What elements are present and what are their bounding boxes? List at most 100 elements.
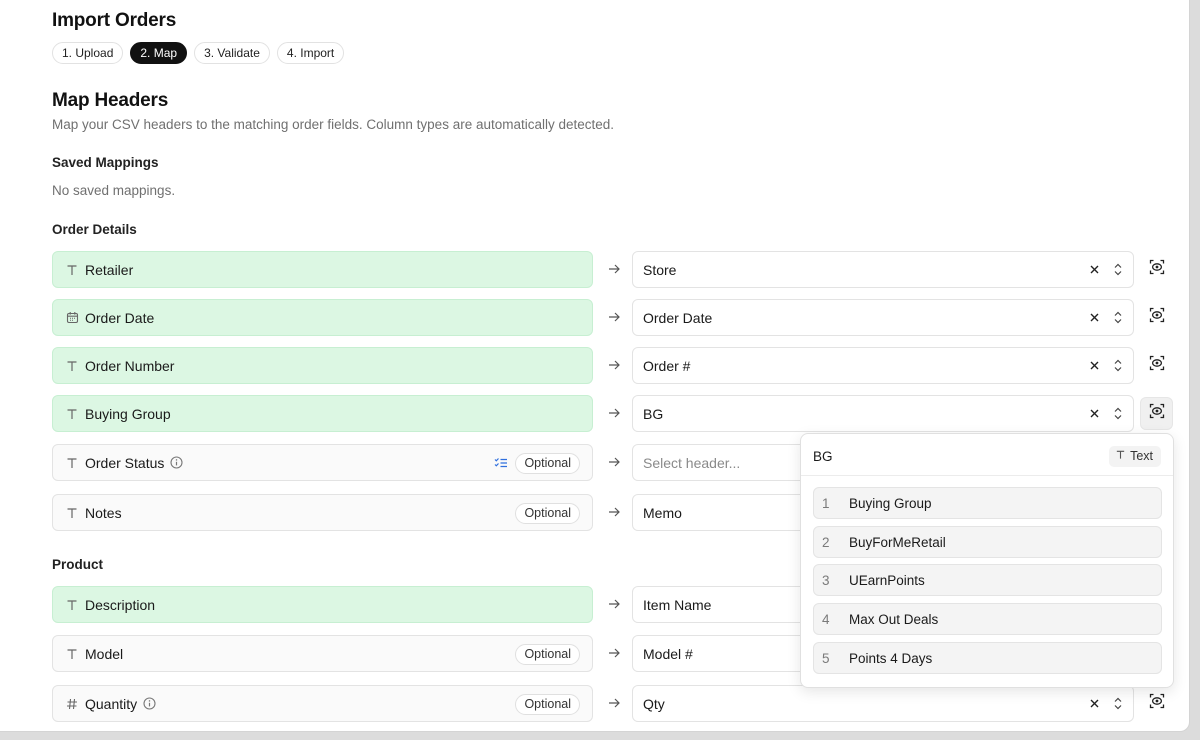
preview-values-button[interactable] — [1140, 301, 1173, 334]
selected-header: Memo — [643, 504, 682, 521]
header-select[interactable]: Qty — [632, 685, 1134, 722]
step-validate[interactable]: 3. Validate — [194, 42, 270, 64]
field-name: Order Number — [85, 357, 175, 374]
target-field: Model Optional — [52, 635, 593, 672]
arrow-right-icon — [607, 262, 621, 276]
mapping-row-retailer: Retailer Store — [52, 251, 1182, 289]
scan-icon — [1149, 259, 1165, 280]
arrow-right-icon — [607, 406, 621, 420]
text-type-icon — [65, 263, 79, 277]
section-description: Map your CSV headers to the matching ord… — [52, 117, 615, 132]
optional-badge: Optional — [515, 453, 580, 474]
group-label-product: Product — [52, 557, 104, 572]
app-window: Import Orders 1. Upload 2. Map 3. Valida… — [0, 0, 1190, 732]
header-select[interactable]: Store — [632, 251, 1134, 288]
text-type-icon — [1115, 446, 1126, 467]
clear-icon[interactable] — [1088, 697, 1101, 710]
step-map[interactable]: 2. Map — [130, 42, 188, 64]
field-name: Quantity — [85, 695, 138, 712]
saved-mappings-label: Saved Mappings — [52, 155, 159, 170]
type-badge: Text — [1109, 446, 1161, 467]
arrow-right-icon — [607, 646, 621, 660]
sample-value: Points 4 Days — [849, 650, 933, 666]
chevron-up-down-icon[interactable] — [1113, 262, 1123, 277]
mapping-row-order-date: Order Date Order Date — [52, 299, 1182, 337]
optional-badge: Optional — [515, 694, 580, 715]
sample-index: 4 — [822, 611, 830, 627]
selected-header: Order Date — [643, 309, 713, 326]
stepper: 1. Upload 2. Map 3. Validate 4. Import — [52, 42, 345, 64]
popover-header: BG Text — [801, 434, 1173, 476]
chevron-up-down-icon[interactable] — [1113, 406, 1123, 421]
header-select[interactable]: BG — [632, 395, 1134, 432]
arrow-right-icon — [607, 455, 621, 469]
preview-values-button[interactable] — [1140, 253, 1173, 286]
field-name: Order Date — [85, 309, 155, 326]
step-upload[interactable]: 1. Upload — [52, 42, 124, 64]
preview-values-button[interactable] — [1140, 687, 1173, 720]
scan-icon — [1149, 355, 1165, 376]
target-field: Order Status Optional — [52, 444, 593, 481]
sample-index: 2 — [822, 534, 830, 550]
text-type-icon — [65, 456, 79, 470]
field-name: Retailer — [85, 261, 134, 278]
clear-icon[interactable] — [1088, 359, 1101, 372]
calendar-icon — [65, 311, 79, 325]
target-field: Notes Optional — [52, 494, 593, 531]
selected-header: Model # — [643, 645, 693, 662]
field-name: Order Status — [85, 454, 165, 471]
arrow-right-icon — [607, 597, 621, 611]
arrow-right-icon — [607, 310, 621, 324]
chevron-up-down-icon[interactable] — [1113, 310, 1123, 325]
arrow-right-icon — [607, 358, 621, 372]
field-name: Buying Group — [85, 405, 171, 422]
text-type-icon — [65, 407, 79, 421]
group-label-order-details: Order Details — [52, 222, 137, 237]
scan-icon — [1149, 693, 1165, 714]
selected-header: Store — [643, 261, 677, 278]
selected-header: Item Name — [643, 596, 712, 613]
selected-header: Qty — [643, 695, 665, 712]
optional-badge: Optional — [515, 503, 580, 524]
sample-value-item: 1 Buying Group — [813, 487, 1162, 519]
sample-value: Max Out Deals — [849, 611, 939, 627]
sample-value-item: 5 Points 4 Days — [813, 642, 1162, 674]
sample-value-item: 4 Max Out Deals — [813, 603, 1162, 635]
field-name: Notes — [85, 504, 122, 521]
clear-icon[interactable] — [1088, 407, 1101, 420]
target-field: Buying Group — [52, 395, 593, 432]
sample-index: 1 — [822, 495, 830, 511]
field-name: Model — [85, 645, 124, 662]
mapping-row-quantity: Quantity Optional Qty — [52, 685, 1182, 723]
header-select[interactable]: Order Date — [632, 299, 1134, 336]
step-import[interactable]: 4. Import — [276, 42, 345, 64]
type-badge-label: Text — [1130, 449, 1153, 463]
info-icon[interactable] — [170, 456, 183, 469]
target-field: Quantity Optional — [52, 685, 593, 722]
text-type-icon — [65, 506, 79, 520]
section-title: Map Headers — [52, 90, 169, 111]
list-check-icon[interactable] — [494, 456, 508, 474]
sample-value: BuyForMeRetail — [849, 534, 946, 550]
target-field: Order Number — [52, 347, 593, 384]
arrow-right-icon — [607, 696, 621, 710]
clear-icon[interactable] — [1088, 263, 1101, 276]
sample-value: UEarnPoints — [849, 572, 925, 588]
saved-mappings-empty: No saved mappings. — [52, 183, 176, 198]
sample-index: 3 — [822, 572, 830, 588]
header-select[interactable]: Order # — [632, 347, 1134, 384]
preview-values-button[interactable] — [1140, 349, 1173, 382]
page-title: Import Orders — [52, 10, 177, 31]
mapping-row-order-number: Order Number Order # — [52, 347, 1182, 385]
hash-icon — [65, 697, 79, 711]
chevron-up-down-icon[interactable] — [1113, 696, 1123, 711]
scan-icon — [1149, 307, 1165, 328]
field-name: Description — [85, 596, 156, 613]
text-type-icon — [65, 598, 79, 612]
info-icon[interactable] — [143, 697, 156, 710]
preview-values-button[interactable] — [1140, 397, 1173, 430]
clear-icon[interactable] — [1088, 311, 1101, 324]
chevron-up-down-icon[interactable] — [1113, 358, 1123, 373]
select-placeholder: Select header... — [643, 454, 741, 471]
selected-header: BG — [643, 405, 664, 422]
